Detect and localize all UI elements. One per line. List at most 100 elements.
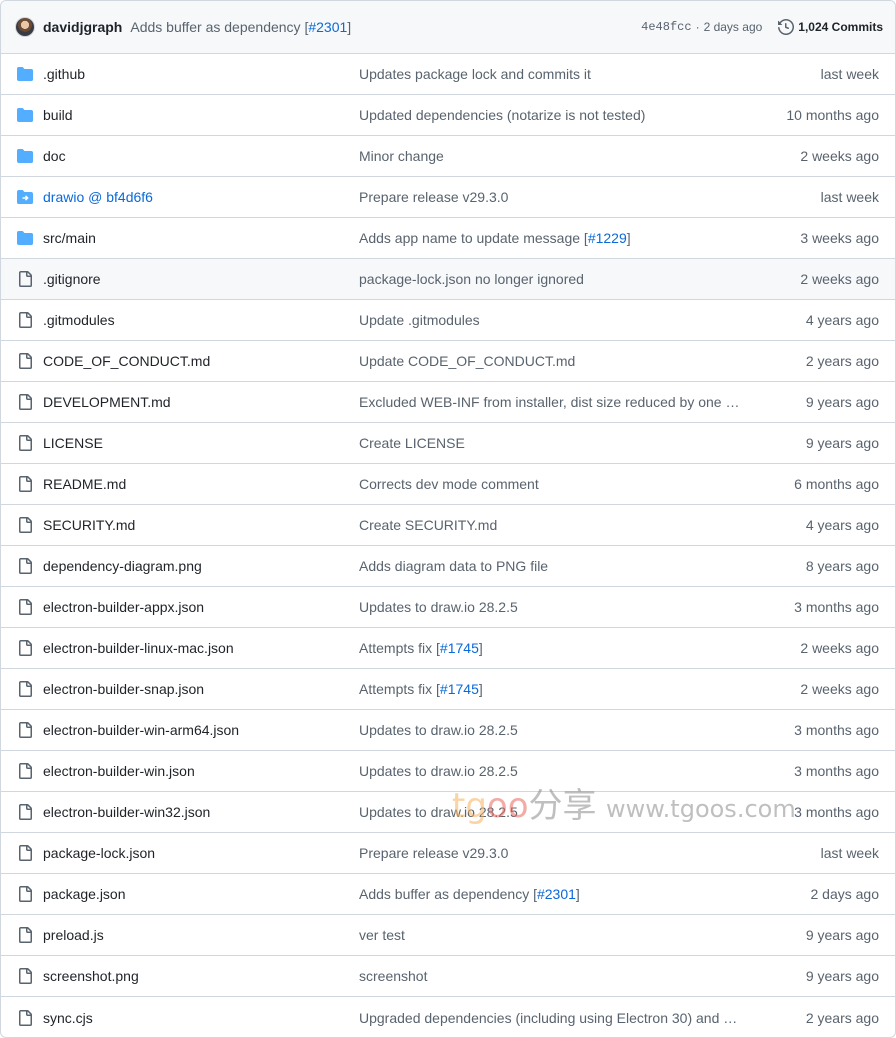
commit-message-link[interactable]: Update .gitmodules	[359, 312, 743, 328]
commit-message-link[interactable]: Corrects dev mode comment	[359, 476, 743, 492]
last-commit-date[interactable]: 4 years ago	[743, 312, 879, 328]
commit-message-link[interactable]: Updates to draw.io 28.2.5	[359, 722, 743, 738]
commit-author[interactable]: davidjgraph	[43, 19, 122, 35]
file-row[interactable]: build Updated dependencies (notarize is n…	[1, 95, 895, 136]
file-row[interactable]: .github Updates package lock and commits …	[1, 54, 895, 95]
commit-message-link[interactable]: Adds diagram data to PNG file	[359, 558, 743, 574]
file-row[interactable]: CODE_OF_CONDUCT.md Update CODE_OF_CONDUCT…	[1, 341, 895, 382]
commit-message-link[interactable]: Updates to draw.io 28.2.5	[359, 804, 743, 820]
file-name-link[interactable]: build	[43, 107, 359, 123]
file-row[interactable]: drawio @ bf4d6f6 Prepare release v29.3.0 l…	[1, 177, 895, 218]
file-row[interactable]: .gitignore package-lock.json no longer ig…	[1, 259, 895, 300]
commit-message-text[interactable]: screenshot	[359, 968, 427, 984]
file-name-link[interactable]: DEVELOPMENT.md	[43, 394, 359, 410]
commit-message-text[interactable]: Adds app name to update message [	[359, 230, 588, 246]
issue-link[interactable]: #1745	[440, 681, 479, 697]
last-commit-date[interactable]: 9 years ago	[743, 968, 879, 984]
last-commit-date[interactable]: 4 years ago	[743, 517, 879, 533]
commit-message-link[interactable]: Attempts fix [#1745]	[359, 640, 743, 656]
file-row[interactable]: electron-builder-appx.json Updates to dra…	[1, 587, 895, 628]
commit-message-text[interactable]: Updated dependencies (notarize is not te…	[359, 107, 645, 123]
file-name-link[interactable]: dependency-diagram.png	[43, 558, 359, 574]
last-commit-date[interactable]: 3 months ago	[743, 599, 879, 615]
commit-message-link[interactable]: Minor change	[359, 148, 743, 164]
commit-message[interactable]: Adds buffer as dependency [#2301]	[130, 19, 351, 35]
last-commit-date[interactable]: 6 months ago	[743, 476, 879, 492]
commit-message-link[interactable]: Updates to draw.io 28.2.5	[359, 763, 743, 779]
file-row[interactable]: sync.cjs Upgraded dependencies (including…	[1, 997, 895, 1037]
file-name-link[interactable]: LICENSE	[43, 435, 359, 451]
file-name-link[interactable]: drawio @ bf4d6f6	[43, 189, 359, 205]
file-name-link[interactable]: electron-builder-appx.json	[43, 599, 359, 615]
commit-message-link[interactable]: Updated dependencies (notarize is not te…	[359, 107, 743, 123]
last-commit-date[interactable]: 3 months ago	[743, 804, 879, 820]
commit-sha[interactable]: 4e48fcc	[641, 20, 691, 34]
last-commit-date[interactable]: 3 weeks ago	[743, 230, 879, 246]
last-commit-date[interactable]: 2 years ago	[743, 1010, 879, 1026]
commit-message-text[interactable]: Prepare release v29.3.0	[359, 845, 508, 861]
file-row[interactable]: package.json Adds buffer as dependency [#…	[1, 874, 895, 915]
file-name-link[interactable]: electron-builder-win32.json	[43, 804, 359, 820]
file-name-link[interactable]: .gitignore	[43, 271, 359, 287]
commit-message-text[interactable]: Updates to draw.io 28.2.5	[359, 804, 518, 820]
last-commit-date[interactable]: 2 weeks ago	[743, 148, 879, 164]
file-name-link[interactable]: package-lock.json	[43, 845, 359, 861]
commit-message-text[interactable]: Excluded WEB-INF from installer, dist si…	[359, 394, 743, 410]
last-commit-date[interactable]: 2 weeks ago	[743, 640, 879, 656]
issue-link[interactable]: #1745	[440, 640, 479, 656]
commit-message-text[interactable]: Updates to draw.io 28.2.5	[359, 722, 518, 738]
last-commit-date[interactable]: last week	[743, 845, 879, 861]
commit-message-link[interactable]: Create SECURITY.md	[359, 517, 743, 533]
file-name-link[interactable]: electron-builder-snap.json	[43, 681, 359, 697]
last-commit-date[interactable]: 2 weeks ago	[743, 271, 879, 287]
commit-message-link[interactable]: Updates to draw.io 28.2.5	[359, 599, 743, 615]
commit-message-link[interactable]: Create LICENSE	[359, 435, 743, 451]
commit-message-text[interactable]: Adds buffer as dependency [	[359, 886, 537, 902]
last-commit-date[interactable]: 9 years ago	[743, 394, 879, 410]
commit-message-text[interactable]: Update .gitmodules	[359, 312, 480, 328]
file-row[interactable]: electron-builder-snap.json Attempts fix […	[1, 669, 895, 710]
file-name-link[interactable]: .github	[43, 66, 359, 82]
commit-message-text[interactable]: Create LICENSE	[359, 435, 465, 451]
commit-message-text[interactable]: Adds diagram data to PNG file	[359, 558, 548, 574]
commit-message-text[interactable]: Corrects dev mode comment	[359, 476, 539, 492]
commit-message-text[interactable]: Minor change	[359, 148, 444, 164]
file-row[interactable]: README.md Corrects dev mode comment 6 mont…	[1, 464, 895, 505]
file-name-link[interactable]: electron-builder-win-arm64.json	[43, 722, 359, 738]
commit-issue-link[interactable]: #2301	[308, 19, 347, 35]
last-commit-date[interactable]: 2 years ago	[743, 353, 879, 369]
commit-time[interactable]: 2 days ago	[704, 20, 763, 34]
last-commit-date[interactable]: last week	[743, 189, 879, 205]
last-commit-date[interactable]: 8 years ago	[743, 558, 879, 574]
file-name-link[interactable]: screenshot.png	[43, 968, 359, 984]
file-row[interactable]: electron-builder-win32.json Updates to dr…	[1, 792, 895, 833]
last-commit-date[interactable]: 3 months ago	[743, 722, 879, 738]
issue-link[interactable]: #2301	[537, 886, 576, 902]
commit-message-link[interactable]: ver test	[359, 927, 743, 943]
file-name-link[interactable]: electron-builder-win.json	[43, 763, 359, 779]
commit-message-link[interactable]: Attempts fix [#1745]	[359, 681, 743, 697]
commit-message-link[interactable]: Updates package lock and commits it	[359, 66, 743, 82]
last-commit-date[interactable]: 9 years ago	[743, 435, 879, 451]
commit-message-link[interactable]: Excluded WEB-INF from installer, dist si…	[359, 394, 743, 410]
commit-message-link[interactable]: Update CODE_OF_CONDUCT.md	[359, 353, 743, 369]
commit-message-text[interactable]: Updates to draw.io 28.2.5	[359, 763, 518, 779]
file-row[interactable]: .gitmodules Update .gitmodules 4 years ago	[1, 300, 895, 341]
file-row[interactable]: src/main Adds app name to update message …	[1, 218, 895, 259]
commit-message-text[interactable]: Updates to draw.io 28.2.5	[359, 599, 518, 615]
commit-message-link[interactable]: Adds buffer as dependency [#2301]	[359, 886, 743, 902]
file-row[interactable]: doc Minor change 2 weeks ago	[1, 136, 895, 177]
avatar[interactable]	[15, 17, 35, 37]
file-row[interactable]: preload.js ver test 9 years ago	[1, 915, 895, 956]
file-name-link[interactable]: preload.js	[43, 927, 359, 943]
file-name-link[interactable]: SECURITY.md	[43, 517, 359, 533]
file-row[interactable]: electron-builder-win-arm64.json Updates t…	[1, 710, 895, 751]
file-name-link[interactable]: electron-builder-linux-mac.json	[43, 640, 359, 656]
commit-message-text[interactable]: Upgraded dependencies (including using E…	[359, 1010, 743, 1026]
commit-message-link[interactable]: screenshot	[359, 968, 743, 984]
file-row[interactable]: package-lock.json Prepare release v29.3.0…	[1, 833, 895, 874]
file-name-link[interactable]: .gitmodules	[43, 312, 359, 328]
commit-message-text[interactable]: Update CODE_OF_CONDUCT.md	[359, 353, 575, 369]
file-row[interactable]: SECURITY.md Create SECURITY.md 4 years ago	[1, 505, 895, 546]
file-name-link[interactable]: doc	[43, 148, 359, 164]
